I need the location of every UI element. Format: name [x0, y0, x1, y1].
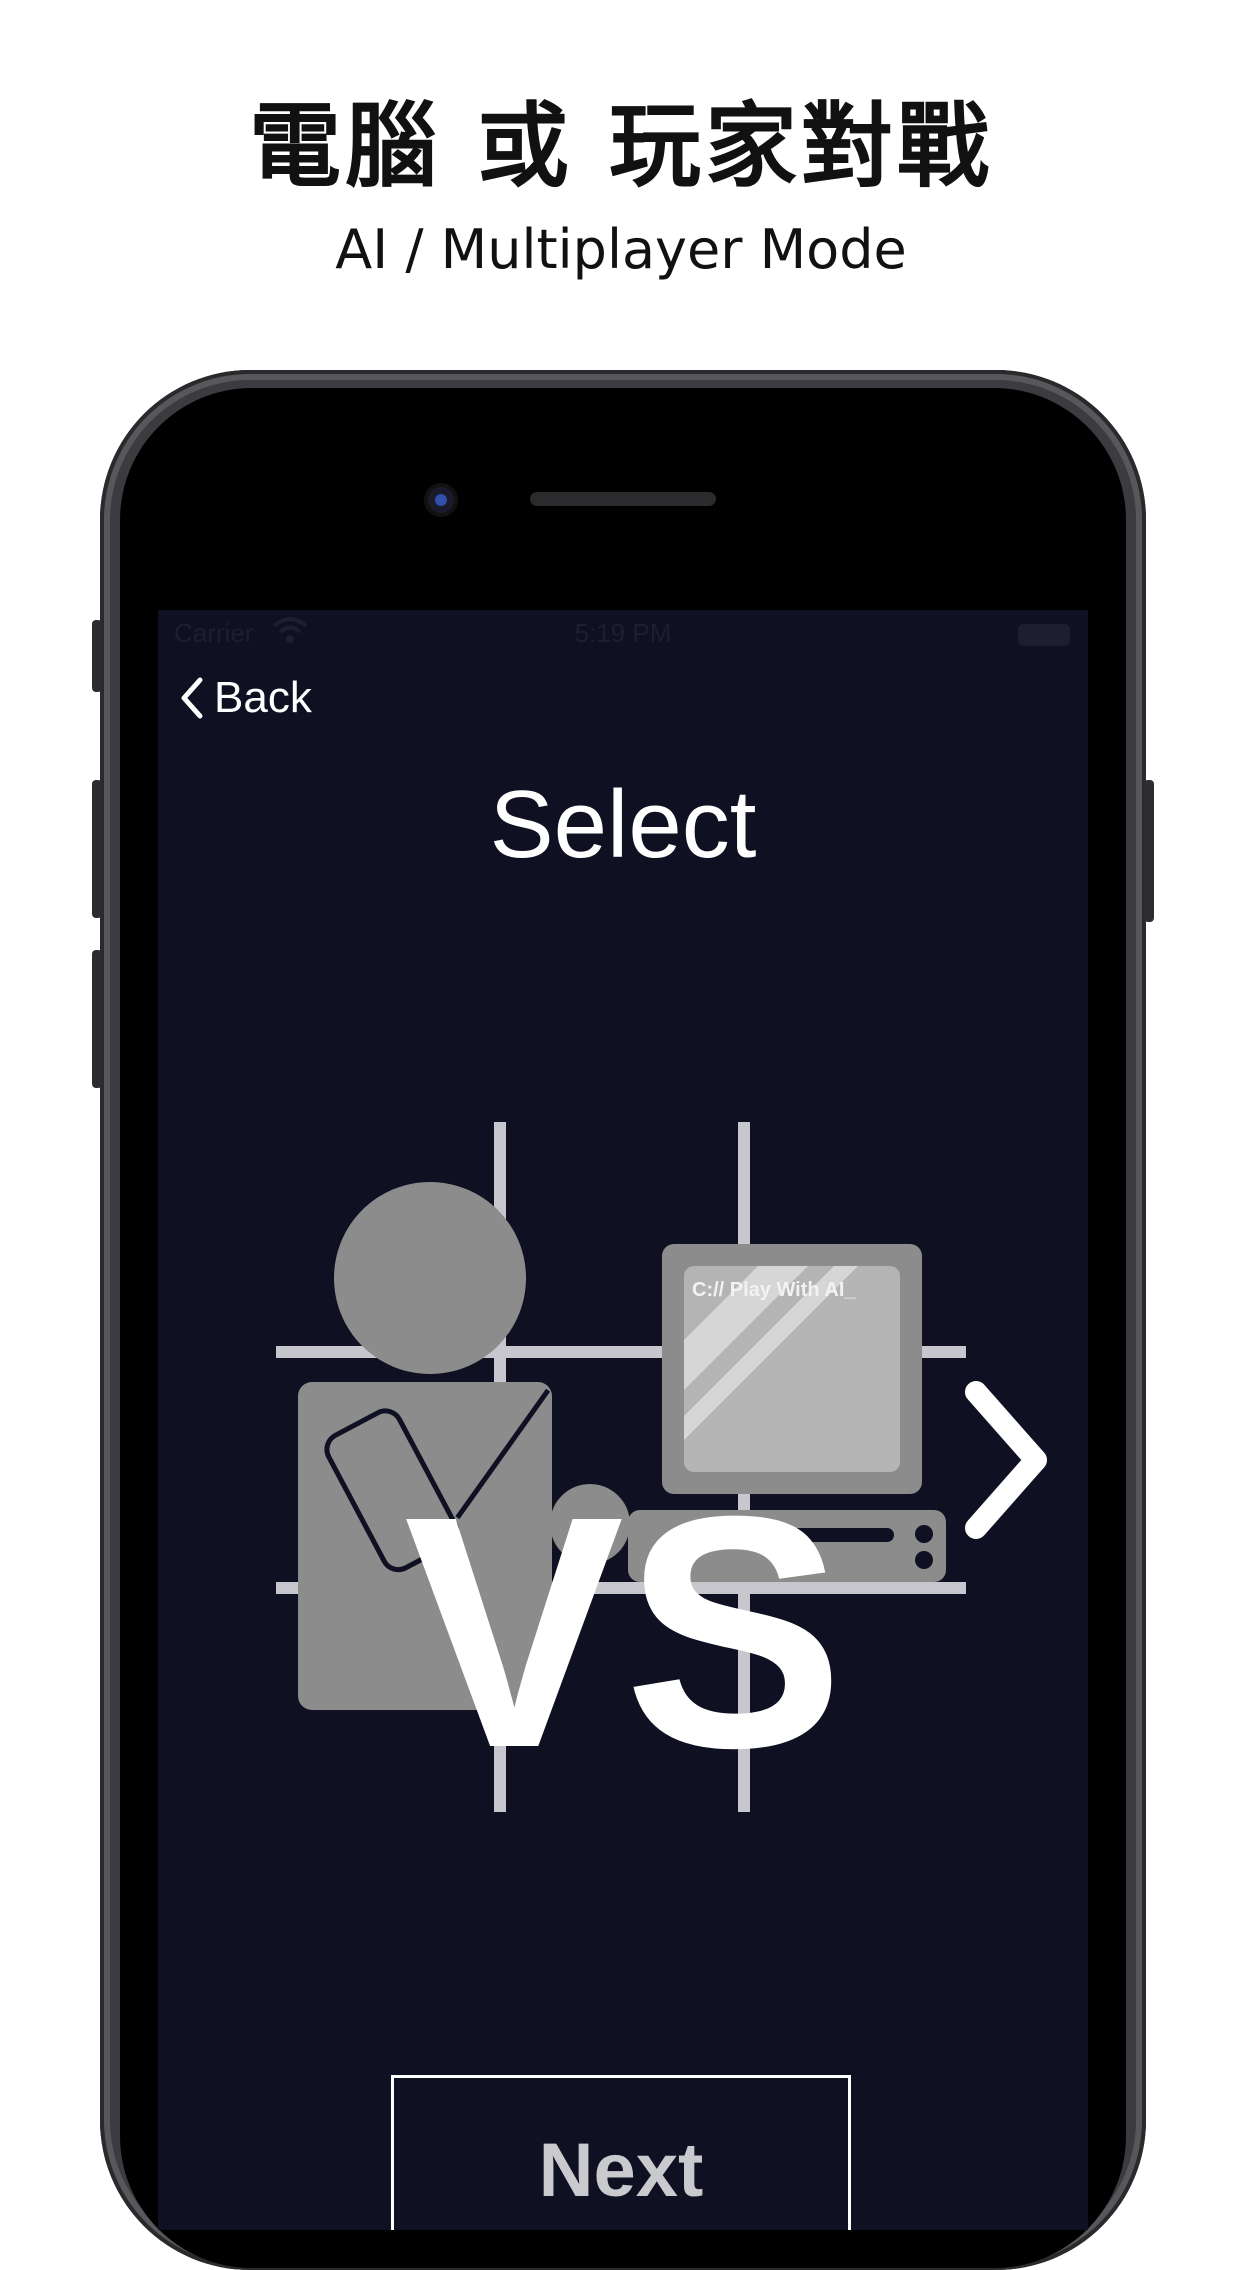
- chevron-right-icon[interactable]: [965, 1381, 1047, 1539]
- base-button-1: [915, 1525, 933, 1543]
- next-button[interactable]: Next: [391, 2075, 851, 2230]
- mode-illustration[interactable]: C:// Play With AI_ VS: [158, 610, 1088, 2230]
- phone-side-button-power: [1144, 780, 1154, 922]
- promo-headline: 電腦 或 玩家對戰: [248, 93, 994, 200]
- phone-side-button-volume-down: [92, 950, 102, 1088]
- phone-side-button-silent: [92, 620, 102, 692]
- front-camera: [428, 487, 454, 513]
- earpiece-speaker: [530, 492, 716, 506]
- monitor-text: C:// Play With AI_: [692, 1279, 856, 1301]
- promo-subheadline: AI / Multiplayer Mode: [335, 218, 907, 281]
- vs-label: VS: [404, 1447, 844, 1816]
- base-button-2: [915, 1551, 933, 1569]
- player-head: [334, 1182, 526, 1374]
- phone-side-button-volume-up: [92, 780, 102, 918]
- phone-screen: Carrier 5:19 PM Back Select C:// Play Wi…: [158, 610, 1088, 2230]
